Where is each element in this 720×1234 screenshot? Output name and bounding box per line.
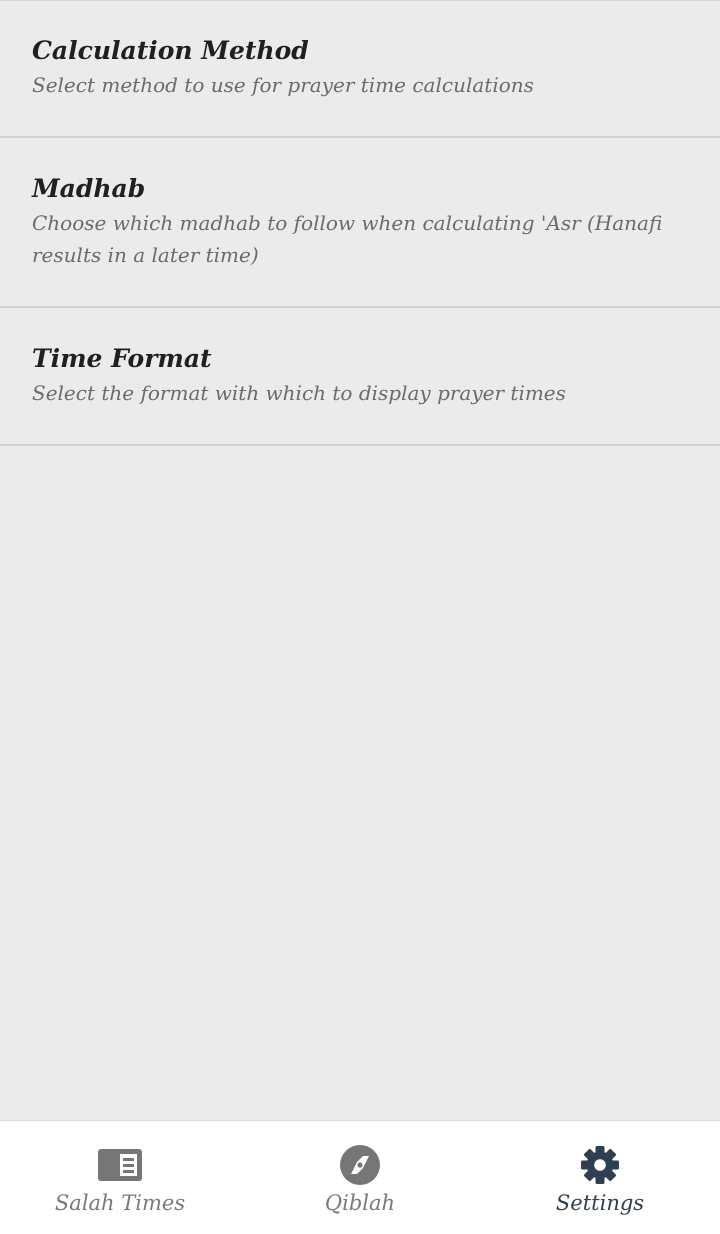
nav-tab-salah-times[interactable]: Salah Times: [0, 1121, 240, 1234]
compass-icon: [338, 1145, 382, 1185]
calculation-method-subtitle: Select method to use for prayer time cal…: [32, 73, 534, 97]
gear-icon: [578, 1145, 622, 1185]
madhab-setting[interactable]: Madhab Choose which madhab to follow whe…: [0, 138, 720, 308]
time-format-setting[interactable]: Time Format Select the format with which…: [0, 308, 720, 446]
madhab-subtitle: Choose which madhab to follow when calcu…: [32, 211, 663, 267]
bottom-navigation: Salah Times Qiblah Settings: [0, 1120, 720, 1234]
settings-list: Calculation Method Select method to use …: [0, 0, 720, 446]
list-view-icon: [98, 1145, 142, 1185]
calculation-method-setting[interactable]: Calculation Method Select method to use …: [0, 1, 720, 138]
madhab-title: Madhab: [32, 174, 146, 203]
time-format-subtitle: Select the format with which to display …: [32, 381, 566, 405]
nav-label-qiblah: Qiblah: [324, 1191, 396, 1215]
nav-tab-settings[interactable]: Settings: [480, 1121, 720, 1234]
nav-tab-qiblah[interactable]: Qiblah: [240, 1121, 480, 1234]
time-format-title: Time Format: [32, 344, 212, 373]
nav-label-salah-times: Salah Times: [54, 1191, 186, 1215]
calculation-method-title: Calculation Method: [32, 36, 309, 65]
nav-label-settings: Settings: [555, 1191, 645, 1215]
